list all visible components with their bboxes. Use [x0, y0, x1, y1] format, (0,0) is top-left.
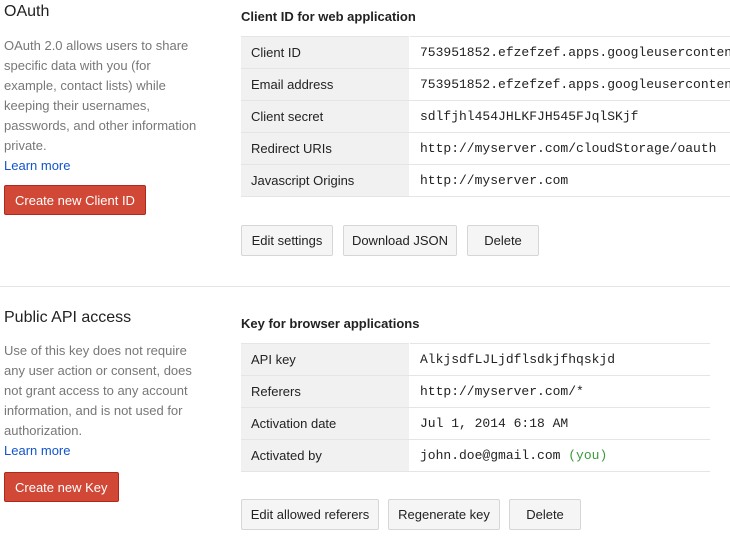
oauth-learn-more-link[interactable]: Learn more [4, 156, 204, 176]
create-new-key-button[interactable]: Create new Key [4, 472, 119, 502]
row-key: Redirect URIs [241, 132, 410, 165]
row-value: 753951852.efzefzef.apps.googleuserconten… [409, 68, 730, 101]
row-value: http://myserver.com/* [409, 375, 710, 408]
row-key: Client secret [241, 100, 410, 133]
public-api-title: Public API access [4, 309, 132, 326]
browser-key-table: API key AlkjsdfLJLjdflsdkjfhqskjd Refere… [241, 343, 710, 472]
row-key: Referers [241, 375, 410, 408]
public-api-info: Public API access Use of this key does n… [4, 308, 204, 461]
you-label: (you) [568, 448, 608, 463]
row-key: Client ID [241, 36, 410, 69]
row-key: Javascript Origins [241, 164, 410, 197]
row-key: API key [241, 343, 410, 376]
table-row: Client secret sdlfjhl454JHLKFJH545FJqlSK… [241, 100, 730, 133]
regenerate-key-button[interactable]: Regenerate key [388, 499, 500, 530]
row-value: 753951852.efzefzef.apps.googleuserconten… [409, 36, 730, 69]
public-api-description: Use of this key does not require any use… [4, 343, 192, 438]
edit-allowed-referers-button[interactable]: Edit allowed referers [241, 499, 379, 530]
table-row: Activation date Jul 1, 2014 6:18 AM [241, 407, 710, 440]
oauth-description: OAuth 2.0 allows users to share specific… [4, 38, 197, 153]
delete-client-button[interactable]: Delete [467, 225, 539, 256]
row-value: john.doe@gmail.com (you) [409, 439, 710, 472]
oauth-info: OAuth OAuth 2.0 allows users to share sp… [4, 2, 204, 176]
browser-key-block-title: Key for browser applications [241, 316, 420, 331]
table-row: Activated by john.doe@gmail.com (you) [241, 439, 710, 472]
create-client-id-button[interactable]: Create new Client ID [4, 185, 146, 215]
row-key: Activated by [241, 439, 410, 472]
table-row: Email address 753951852.efzefzef.apps.go… [241, 68, 730, 101]
row-value: Jul 1, 2014 6:18 AM [409, 407, 710, 440]
row-value: http://myserver.com/cloudStorage/oauth [409, 132, 730, 165]
download-json-button[interactable]: Download JSON [343, 225, 457, 256]
row-value: http://myserver.com [409, 164, 730, 197]
row-key: Activation date [241, 407, 410, 440]
section-divider [0, 286, 730, 287]
edit-settings-button[interactable]: Edit settings [241, 225, 333, 256]
row-value: sdlfjhl454JHLKFJH545FJqlSKjf [409, 100, 730, 133]
row-key: Email address [241, 68, 410, 101]
row-value: AlkjsdfLJLjdflsdkjfhqskjd [409, 343, 710, 376]
table-row: Redirect URIs http://myserver.com/cloudS… [241, 132, 730, 165]
activated-by-email: john.doe@gmail.com [420, 448, 561, 463]
client-id-table: Client ID 753951852.efzefzef.apps.google… [241, 36, 730, 197]
delete-key-button[interactable]: Delete [509, 499, 581, 530]
oauth-title: OAuth [4, 3, 50, 20]
client-id-block-title: Client ID for web application [241, 9, 416, 24]
table-row: API key AlkjsdfLJLjdflsdkjfhqskjd [241, 343, 710, 376]
public-api-learn-more-link[interactable]: Learn more [4, 441, 204, 461]
table-row: Client ID 753951852.efzefzef.apps.google… [241, 36, 730, 69]
table-row: Referers http://myserver.com/* [241, 375, 710, 408]
table-row: Javascript Origins http://myserver.com [241, 164, 730, 197]
